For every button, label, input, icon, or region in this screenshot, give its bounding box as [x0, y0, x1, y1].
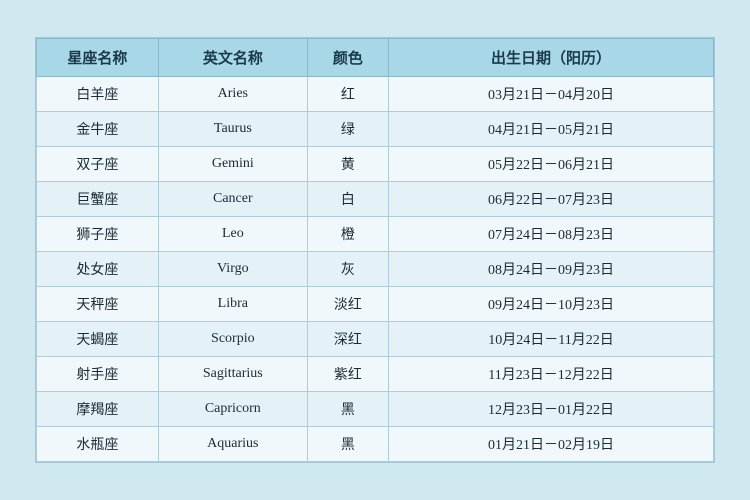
- cell-english: Scorpio: [158, 322, 307, 357]
- cell-english: Libra: [158, 287, 307, 322]
- cell-english: Aquarius: [158, 427, 307, 462]
- zodiac-table: 星座名称 英文名称 颜色 出生日期（阳历） 白羊座Aries红03月21日－04…: [36, 38, 714, 462]
- cell-color: 橙: [307, 217, 388, 252]
- header-date: 出生日期（阳历）: [389, 39, 714, 77]
- table-row: 处女座Virgo灰08月24日－09月23日: [37, 252, 714, 287]
- header-chinese: 星座名称: [37, 39, 159, 77]
- cell-date: 06月22日－07月23日: [389, 182, 714, 217]
- cell-english: Taurus: [158, 112, 307, 147]
- cell-date: 03月21日－04月20日: [389, 77, 714, 112]
- cell-chinese: 天蝎座: [37, 322, 159, 357]
- table-row: 摩羯座Capricorn黑12月23日－01月22日: [37, 392, 714, 427]
- table-row: 双子座Gemini黄05月22日－06月21日: [37, 147, 714, 182]
- cell-color: 淡红: [307, 287, 388, 322]
- cell-date: 01月21日－02月19日: [389, 427, 714, 462]
- cell-color: 黄: [307, 147, 388, 182]
- cell-color: 黑: [307, 427, 388, 462]
- cell-date: 07月24日－08月23日: [389, 217, 714, 252]
- cell-date: 12月23日－01月22日: [389, 392, 714, 427]
- cell-date: 11月23日－12月22日: [389, 357, 714, 392]
- cell-date: 09月24日－10月23日: [389, 287, 714, 322]
- cell-chinese: 处女座: [37, 252, 159, 287]
- cell-color: 黑: [307, 392, 388, 427]
- table-row: 射手座Sagittarius紫红11月23日－12月22日: [37, 357, 714, 392]
- table-row: 金牛座Taurus绿04月21日－05月21日: [37, 112, 714, 147]
- cell-color: 白: [307, 182, 388, 217]
- cell-color: 紫红: [307, 357, 388, 392]
- cell-chinese: 摩羯座: [37, 392, 159, 427]
- cell-chinese: 天秤座: [37, 287, 159, 322]
- cell-english: Sagittarius: [158, 357, 307, 392]
- cell-chinese: 金牛座: [37, 112, 159, 147]
- cell-english: Aries: [158, 77, 307, 112]
- table-row: 天秤座Libra淡红09月24日－10月23日: [37, 287, 714, 322]
- cell-date: 10月24日－11月22日: [389, 322, 714, 357]
- cell-date: 05月22日－06月21日: [389, 147, 714, 182]
- cell-english: Cancer: [158, 182, 307, 217]
- table-row: 水瓶座Aquarius黑01月21日－02月19日: [37, 427, 714, 462]
- table-row: 白羊座Aries红03月21日－04月20日: [37, 77, 714, 112]
- table-header-row: 星座名称 英文名称 颜色 出生日期（阳历）: [37, 39, 714, 77]
- table-row: 狮子座Leo橙07月24日－08月23日: [37, 217, 714, 252]
- header-english: 英文名称: [158, 39, 307, 77]
- cell-chinese: 狮子座: [37, 217, 159, 252]
- table-row: 天蝎座Scorpio深红10月24日－11月22日: [37, 322, 714, 357]
- cell-english: Leo: [158, 217, 307, 252]
- cell-chinese: 射手座: [37, 357, 159, 392]
- cell-chinese: 巨蟹座: [37, 182, 159, 217]
- cell-date: 04月21日－05月21日: [389, 112, 714, 147]
- cell-english: Virgo: [158, 252, 307, 287]
- cell-chinese: 双子座: [37, 147, 159, 182]
- cell-chinese: 水瓶座: [37, 427, 159, 462]
- header-color: 颜色: [307, 39, 388, 77]
- table-row: 巨蟹座Cancer白06月22日－07月23日: [37, 182, 714, 217]
- cell-color: 深红: [307, 322, 388, 357]
- cell-date: 08月24日－09月23日: [389, 252, 714, 287]
- cell-chinese: 白羊座: [37, 77, 159, 112]
- zodiac-table-container: 星座名称 英文名称 颜色 出生日期（阳历） 白羊座Aries红03月21日－04…: [35, 37, 715, 463]
- cell-color: 绿: [307, 112, 388, 147]
- cell-english: Gemini: [158, 147, 307, 182]
- table-body: 白羊座Aries红03月21日－04月20日金牛座Taurus绿04月21日－0…: [37, 77, 714, 462]
- cell-english: Capricorn: [158, 392, 307, 427]
- cell-color: 红: [307, 77, 388, 112]
- cell-color: 灰: [307, 252, 388, 287]
